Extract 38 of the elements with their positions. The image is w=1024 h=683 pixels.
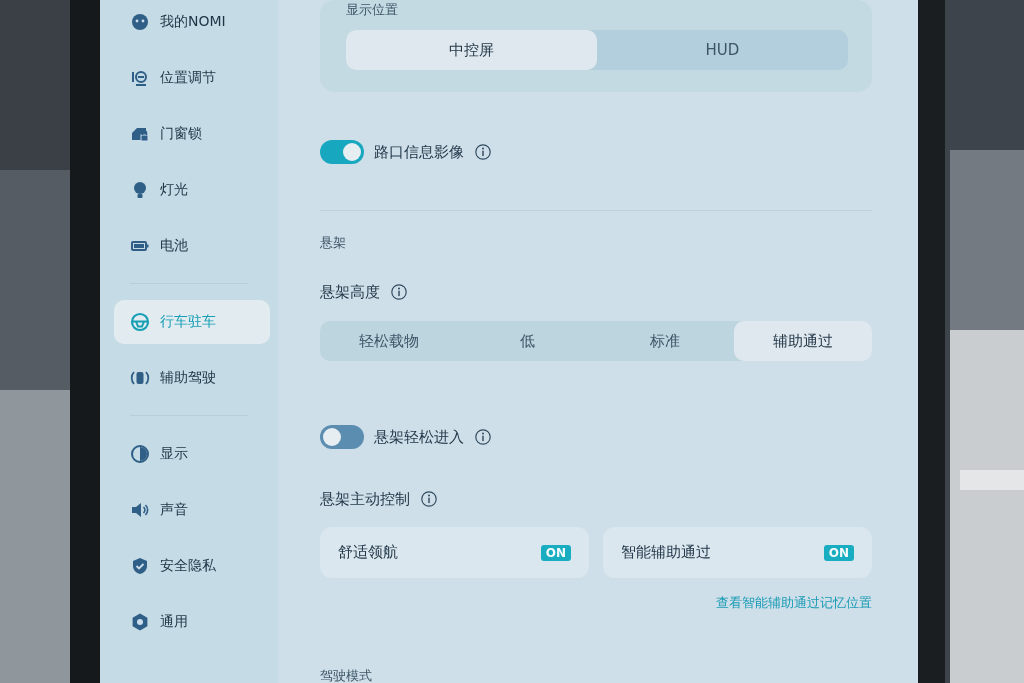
sidebar-item[interactable]: 显示 (114, 432, 270, 476)
setting-label: 悬架轻松进入 (374, 427, 464, 447)
segment-option[interactable]: 标准 (596, 321, 734, 361)
segment-option[interactable]: 中控屏 (346, 30, 597, 70)
sidebar-item[interactable]: 位置调节 (114, 56, 270, 100)
sidebar-item[interactable]: 我的NOMI (114, 0, 270, 44)
option-card[interactable]: 智能辅助通过 ON (603, 527, 872, 578)
steering-wheel-icon (130, 312, 150, 332)
section-label: 悬架 (320, 235, 346, 251)
segment-option[interactable]: 轻松载物 (320, 321, 458, 361)
sidebar-item[interactable]: 安全隐私 (114, 544, 270, 588)
sidebar-item[interactable]: 灯光 (114, 168, 270, 212)
section-label: 驾驶模式 (320, 668, 372, 683)
segment-option[interactable]: HUD (597, 30, 848, 70)
sidebar-item[interactable]: 辅助驾驶 (114, 356, 270, 400)
segment-option[interactable]: 辅助通过 (734, 321, 872, 361)
sidebar-item[interactable]: 电池 (114, 224, 270, 268)
section-label: 显示位置 (346, 2, 399, 18)
sidebar-item[interactable]: 声音 (114, 488, 270, 532)
robot-face-icon (130, 12, 150, 32)
contrast-icon (130, 444, 150, 464)
seat-icon (130, 68, 150, 88)
status-badge: ON (540, 544, 571, 561)
toggle-switch[interactable] (320, 425, 364, 449)
sidebar-item[interactable]: 通用 (114, 600, 270, 644)
setting-label: 悬架高度 (320, 282, 380, 302)
setting-label: 悬架主动控制 (320, 489, 410, 509)
option-card[interactable]: 舒适领航 ON (320, 527, 589, 578)
sidebar-item[interactable]: 门窗锁 (114, 112, 270, 156)
shield-icon (130, 556, 150, 576)
gear-icon (130, 612, 150, 632)
segment-option[interactable]: 低 (458, 321, 596, 361)
setting-label: 路口信息影像 (374, 142, 464, 162)
speaker-icon (130, 500, 150, 520)
option-label: 智能辅助通过 (621, 543, 711, 562)
status-badge: ON (823, 544, 854, 561)
option-label: 舒适领航 (338, 543, 398, 562)
toggle-switch[interactable] (320, 140, 364, 164)
